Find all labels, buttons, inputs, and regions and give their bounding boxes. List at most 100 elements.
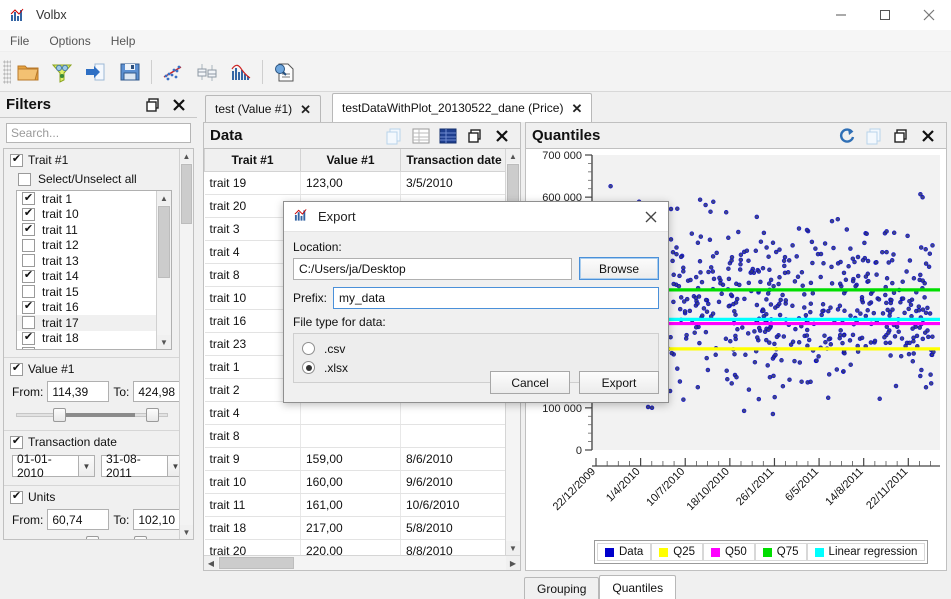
data-table-hscrollbar[interactable]: ◀ ▶ xyxy=(204,555,520,570)
export-arrow-icon[interactable] xyxy=(79,55,113,89)
list-item[interactable]: trait 13 xyxy=(17,253,156,269)
trait-checkbox[interactable] xyxy=(22,238,35,252)
list-item[interactable]: trait 14 xyxy=(17,269,156,285)
tab-testdatawithplot[interactable]: testDataWithPlot_20130522_dane (Price) ✕ xyxy=(332,93,593,122)
scrollbar-thumb[interactable] xyxy=(507,164,519,202)
chevron-down-icon[interactable]: ▼ xyxy=(78,455,95,477)
scroll-down-icon[interactable]: ▼ xyxy=(157,335,171,349)
scroll-down-icon[interactable]: ▼ xyxy=(506,541,520,555)
scroll-left-icon[interactable]: ◀ xyxy=(204,556,218,570)
select-unselect-all-row[interactable]: Select/Unselect all xyxy=(8,170,176,190)
filters-scrollbar[interactable]: ▲ ▼ xyxy=(179,149,193,539)
table-row[interactable]: trait 4 xyxy=(204,401,508,425)
radio-option-csv[interactable]: .csv xyxy=(302,339,650,358)
refresh-icon[interactable] xyxy=(835,125,859,147)
tab-quantiles[interactable]: Quantiles xyxy=(599,575,677,599)
filter-trait-checkbox[interactable] xyxy=(10,153,23,167)
tab-test[interactable]: test (Value #1) ✕ xyxy=(205,95,322,122)
filter-funnel-icon[interactable] xyxy=(45,55,79,89)
scroll-up-icon[interactable]: ▲ xyxy=(157,191,171,205)
table-row[interactable]: trait 8 xyxy=(204,424,508,448)
menu-options[interactable]: Options xyxy=(39,32,100,50)
export-dialog-close-icon[interactable] xyxy=(634,202,668,232)
save-disk-icon[interactable] xyxy=(113,55,147,89)
column-header-value[interactable]: Value #1 xyxy=(300,149,401,172)
browse-button[interactable]: Browse xyxy=(579,257,659,280)
slider-knob-max[interactable] xyxy=(134,536,147,539)
scroll-down-icon[interactable]: ▼ xyxy=(180,525,193,539)
float-icon[interactable] xyxy=(463,125,487,147)
legend-item-data[interactable]: Data xyxy=(597,543,652,561)
units-range-slider[interactable] xyxy=(16,535,168,539)
radio-csv[interactable] xyxy=(302,342,315,355)
tab-close-icon[interactable]: ✕ xyxy=(300,103,311,116)
select-unselect-all-checkbox[interactable] xyxy=(18,172,31,186)
copy-icon[interactable] xyxy=(382,125,406,147)
scroll-up-icon[interactable]: ▲ xyxy=(180,149,193,163)
trait-checkbox[interactable] xyxy=(22,285,35,299)
prefix-input[interactable] xyxy=(333,287,659,309)
close-icon[interactable] xyxy=(490,125,514,147)
tab-close-icon[interactable]: ✕ xyxy=(571,102,582,115)
filter-group-date-header[interactable]: Transaction date xyxy=(8,434,176,452)
filter-units-checkbox[interactable] xyxy=(10,490,23,504)
legend-item-linear-regression[interactable]: Linear regression xyxy=(806,543,926,561)
close-icon[interactable] xyxy=(916,125,940,147)
filter-group-trait-header[interactable]: Trait #1 xyxy=(8,152,176,170)
table-row[interactable]: trait 19 123,00 3/5/2010 xyxy=(204,171,508,195)
slider-knob-max[interactable] xyxy=(146,408,159,422)
toolbar-grip[interactable] xyxy=(3,59,11,84)
close-button[interactable] xyxy=(907,0,951,30)
menu-file[interactable]: File xyxy=(0,32,39,50)
slider-knob-min[interactable] xyxy=(86,536,99,539)
maximize-button[interactable] xyxy=(863,0,907,30)
table-row[interactable]: trait 9 159,00 8/6/2010 xyxy=(204,447,508,471)
slider-knob-min[interactable] xyxy=(53,408,66,422)
close-icon[interactable] xyxy=(167,94,191,116)
float-icon[interactable] xyxy=(141,94,165,116)
table-row[interactable]: trait 10 160,00 9/6/2010 xyxy=(204,470,508,494)
list-item[interactable]: trait 1 xyxy=(17,191,156,207)
list-item[interactable]: trait 12 xyxy=(17,238,156,254)
tab-grouping[interactable]: Grouping xyxy=(524,577,600,599)
list-item[interactable]: trait 18 xyxy=(17,331,156,347)
filter-date-checkbox[interactable] xyxy=(10,435,23,449)
value-from-input[interactable] xyxy=(47,381,110,402)
list-item[interactable]: trait 11 xyxy=(17,222,156,238)
export-button[interactable]: Export xyxy=(579,371,659,394)
trait-checkbox[interactable] xyxy=(22,223,35,237)
value-range-slider[interactable] xyxy=(16,407,168,423)
trait-checkbox[interactable] xyxy=(22,192,35,206)
list-item[interactable]: trait 10 xyxy=(17,207,156,223)
legend-item-q75[interactable]: Q75 xyxy=(754,543,807,561)
filter-value-checkbox[interactable] xyxy=(10,362,23,376)
column-header-date[interactable]: Transaction date xyxy=(400,149,508,172)
trait-checkbox[interactable] xyxy=(22,347,35,349)
menu-help[interactable]: Help xyxy=(101,32,146,50)
scrollbar-thumb[interactable] xyxy=(158,206,170,278)
trait-checkbox[interactable] xyxy=(22,300,35,314)
units-from-input[interactable] xyxy=(47,509,110,530)
table-row[interactable]: trait 11 161,00 10/6/2010 xyxy=(204,493,508,517)
date-from-combo[interactable]: 01-01-2010 ▼ xyxy=(12,452,95,480)
trait-checkbox[interactable] xyxy=(22,254,35,268)
search-input[interactable] xyxy=(6,123,191,143)
trait-checkbox[interactable] xyxy=(22,316,35,330)
list-item[interactable]: trait 16 xyxy=(17,300,156,316)
list-item[interactable]: trait 15 xyxy=(17,284,156,300)
list-item[interactable]: trait 17 xyxy=(17,315,156,331)
scrollbar-thumb[interactable] xyxy=(181,164,192,224)
date-to-combo[interactable]: 31-08-2011 ▼ xyxy=(101,452,184,480)
table-plain-icon[interactable] xyxy=(409,125,433,147)
trait-checkbox[interactable] xyxy=(22,207,35,221)
copy-icon[interactable] xyxy=(862,125,886,147)
column-header-trait[interactable]: Trait #1 xyxy=(204,149,301,172)
legend-item-q25[interactable]: Q25 xyxy=(651,543,704,561)
histogram-icon[interactable] xyxy=(224,55,258,89)
float-icon[interactable] xyxy=(889,125,913,147)
scroll-up-icon[interactable]: ▲ xyxy=(506,149,520,163)
filter-group-units-header[interactable]: Units xyxy=(8,489,176,507)
table-selected-icon[interactable] xyxy=(436,125,460,147)
minimize-button[interactable] xyxy=(819,0,863,30)
trait-checkbox[interactable] xyxy=(22,331,35,345)
